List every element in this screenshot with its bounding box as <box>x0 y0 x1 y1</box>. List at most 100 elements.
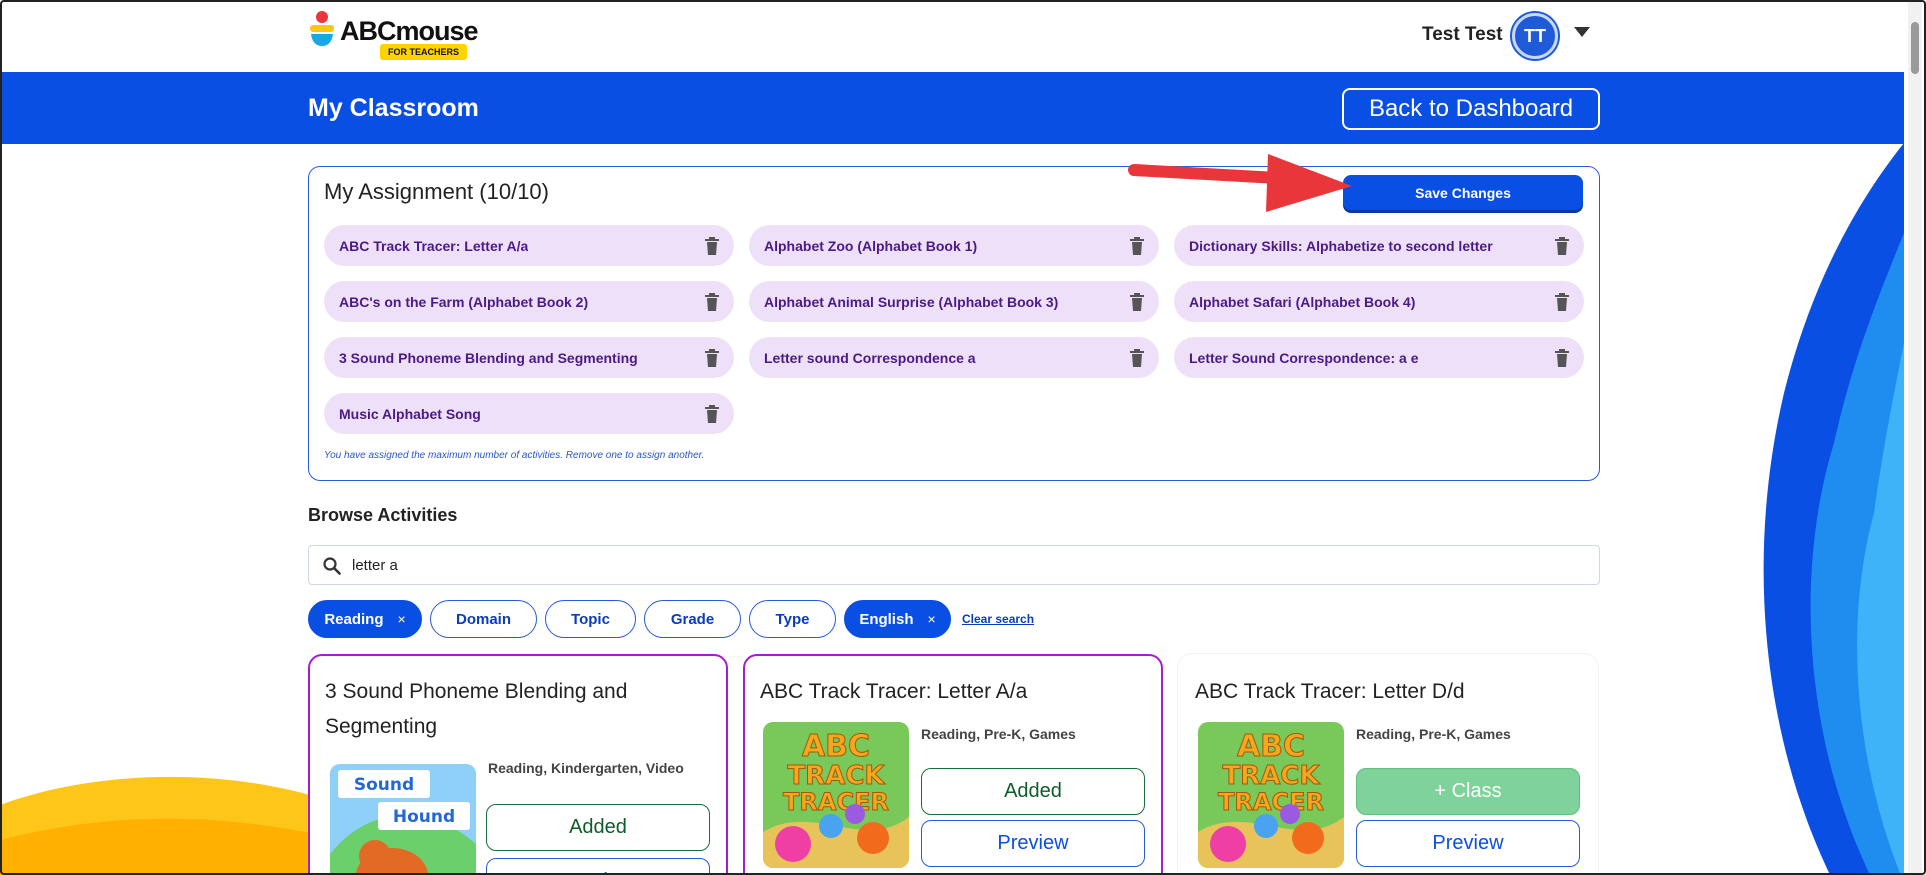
back-to-dashboard-button[interactable]: Back to Dashboard <box>1342 88 1600 130</box>
filter-topic[interactable]: Topic <box>545 600 636 638</box>
trash-icon[interactable] <box>1554 236 1570 255</box>
abc-track-tracer-thumbnail-art: ABC TRACK TRACER <box>1198 722 1344 868</box>
filter-bar: Reading × Domain Topic Grade Type English… <box>308 600 1034 638</box>
abc-track-tracer-thumbnail-art: ABC TRACK TRACER <box>763 722 909 868</box>
assignment-title: My Assignment (10/10) <box>324 179 549 204</box>
filter-domain[interactable]: Domain <box>430 600 537 638</box>
assigned-activity-label: ABC's on the Farm (Alphabet Book 2) <box>339 293 589 310</box>
filter-reading[interactable]: Reading × <box>308 600 422 638</box>
trash-icon[interactable] <box>704 292 720 311</box>
assigned-activity-label: Alphabet Animal Surprise (Alphabet Book … <box>764 293 1059 310</box>
thumb-text: TRACK <box>1222 761 1320 791</box>
logo-text: ABCmouse <box>340 16 479 46</box>
add-to-class-button[interactable]: + Class <box>1356 768 1580 815</box>
assigned-activity-label: 3 Sound Phoneme Blending and Segmenting <box>339 349 638 366</box>
assigned-activity: Letter Sound Correspondence: a e <box>1174 337 1584 378</box>
assignment-limit-note: You have assigned the maximum number of … <box>324 450 705 461</box>
annotation-arrow-icon <box>1128 154 1352 212</box>
thumb-text: Sound <box>354 775 414 795</box>
assigned-activity: ABC Track Tracer: Letter A/a <box>324 225 734 266</box>
decorative-wave-left <box>0 776 320 875</box>
assigned-activity-label: Dictionary Skills: Alphabetize to second… <box>1189 237 1493 254</box>
activity-meta: Reading, Pre-K, Games <box>921 726 1076 742</box>
scrollbar-thumb[interactable] <box>1911 22 1919 74</box>
activity-thumbnail[interactable]: ABC TRACK TRACER <box>763 722 909 868</box>
filter-label: Topic <box>571 610 610 628</box>
activity-card[interactable]: ABC Track Tracer: Letter D/d ABC TRACK T… <box>1178 654 1598 875</box>
page-title: My Classroom <box>308 94 479 122</box>
assigned-activity: ABC's on the Farm (Alphabet Book 2) <box>324 281 734 322</box>
activity-title: ABC Track Tracer: Letter A/a <box>760 680 1028 703</box>
added-button[interactable]: Added <box>486 804 710 851</box>
filter-label: Grade <box>670 610 715 628</box>
added-button[interactable]: Added <box>921 768 1145 815</box>
preview-button[interactable]: Preview <box>1356 820 1580 867</box>
trash-icon[interactable] <box>704 236 720 255</box>
top-header: ABCmouse FOR TEACHERS Test Test TT <box>0 0 1904 72</box>
logo-mark-icon <box>310 11 334 46</box>
activity-thumbnail[interactable]: ABC TRACK TRACER <box>1198 722 1344 868</box>
assigned-activity: Alphabet Zoo (Alphabet Book 1) <box>749 225 1159 266</box>
thumb-text: ABC <box>802 729 870 764</box>
assigned-activity: Music Alphabet Song <box>324 393 734 434</box>
preview-button[interactable]: Preview <box>921 820 1145 867</box>
thumb-text: ABC <box>1237 729 1305 764</box>
filter-label: Type <box>775 610 810 628</box>
assigned-activity-label: ABC Track Tracer: Letter A/a <box>339 237 529 254</box>
decorative-wave-right <box>1763 143 1904 875</box>
filter-type[interactable]: Type <box>749 600 836 638</box>
filter-grade[interactable]: Grade <box>644 600 741 638</box>
chevron-down-icon[interactable] <box>1574 27 1590 37</box>
save-changes-button[interactable]: Save Changes <box>1343 175 1583 210</box>
activity-thumbnail[interactable]: Sound Hound <box>330 764 476 875</box>
assigned-activity: Alphabet Safari (Alphabet Book 4) <box>1174 281 1584 322</box>
my-assignment-panel: My Assignment (10/10) Save Changes ABC T… <box>308 166 1600 481</box>
assigned-activity-label: Alphabet Zoo (Alphabet Book 1) <box>764 237 978 254</box>
filter-label: Reading <box>324 610 384 628</box>
filter-label: Domain <box>455 610 511 628</box>
activity-title: ABC Track Tracer: Letter D/d <box>1195 680 1465 703</box>
assigned-activity-label: Music Alphabet Song <box>339 405 481 422</box>
preview-button[interactable]: Preview <box>486 858 710 875</box>
search-icon <box>323 557 341 575</box>
assigned-activity-label: Letter sound Correspondence a <box>764 349 976 366</box>
activity-meta: Reading, Pre-K, Games <box>1356 726 1511 742</box>
activity-card[interactable]: 3 Sound Phoneme Blending and Segmenting … <box>308 654 728 875</box>
assigned-activity: Alphabet Animal Surprise (Alphabet Book … <box>749 281 1159 322</box>
trash-icon[interactable] <box>1554 292 1570 311</box>
logo-badge: FOR TEACHERS <box>380 44 468 60</box>
search-input-value: letter a <box>352 557 398 574</box>
remove-filter-icon[interactable]: × <box>927 611 935 627</box>
trash-icon[interactable] <box>1554 348 1570 367</box>
thumb-text: Hound <box>393 807 455 827</box>
assigned-activities-list: ABC Track Tracer: Letter A/a Alphabet Zo… <box>324 225 1586 434</box>
search-input[interactable]: letter a <box>308 545 1600 585</box>
thumb-text: TRACK <box>787 761 885 791</box>
user-name[interactable]: Test Test <box>1422 24 1503 46</box>
assigned-activity: Dictionary Skills: Alphabetize to second… <box>1174 225 1584 266</box>
trash-icon[interactable] <box>704 404 720 423</box>
trash-icon[interactable] <box>704 348 720 367</box>
browse-activities-heading: Browse Activities <box>308 505 458 525</box>
sound-hound-thumbnail-art: Sound Hound <box>330 764 476 875</box>
page-banner: My Classroom Back to Dashboard <box>0 72 1904 144</box>
activity-card[interactable]: ABC Track Tracer: Letter A/a ABC TRACK T… <box>743 654 1163 875</box>
trash-icon[interactable] <box>1129 236 1145 255</box>
assigned-activity-label: Letter Sound Correspondence: a e <box>1189 349 1419 366</box>
thumb-text: TRACER <box>783 788 889 816</box>
avatar[interactable]: TT <box>1512 13 1558 59</box>
assigned-activity: Letter sound Correspondence a <box>749 337 1159 378</box>
vertical-scrollbar[interactable] <box>1908 0 1922 873</box>
clear-search-link[interactable]: Clear search <box>962 612 1034 626</box>
assigned-activity-label: Alphabet Safari (Alphabet Book 4) <box>1189 293 1416 310</box>
assigned-activity: 3 Sound Phoneme Blending and Segmenting <box>324 337 734 378</box>
abcmouse-logo[interactable]: ABCmouse FOR TEACHERS <box>308 10 479 64</box>
activity-meta: Reading, Kindergarten, Video <box>488 760 684 776</box>
filter-english[interactable]: English × <box>844 600 951 638</box>
trash-icon[interactable] <box>1129 348 1145 367</box>
trash-icon[interactable] <box>1129 292 1145 311</box>
thumb-text: TRACER <box>1218 788 1324 816</box>
filter-label: English <box>859 610 914 628</box>
remove-filter-icon[interactable]: × <box>398 611 406 627</box>
activity-title: 3 Sound Phoneme Blending and Segmenting <box>325 680 628 738</box>
